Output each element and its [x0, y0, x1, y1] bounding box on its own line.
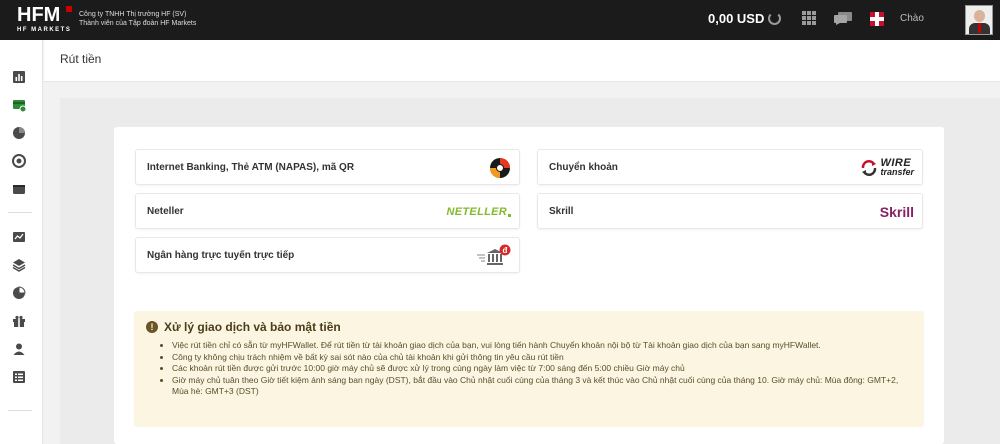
news-icon[interactable]	[12, 370, 26, 384]
apps-grid-icon[interactable]	[802, 11, 816, 25]
gift-icon[interactable]	[12, 314, 26, 328]
method-label: Ngân hàng trực tuyến trực tiếp	[147, 250, 295, 261]
company-name: Công ty TNHH Thị trường HF (SV)	[79, 11, 187, 18]
layers-icon[interactable]	[12, 258, 26, 272]
page-header: Rút tiền	[44, 40, 1000, 82]
logo-accent	[66, 6, 72, 12]
greeting-label[interactable]: Chào	[900, 13, 924, 24]
user-icon[interactable]	[12, 342, 26, 356]
hfm-logo[interactable]: HFM HF MARKETS	[10, 4, 76, 36]
ib-icon[interactable]	[12, 126, 26, 140]
notice-title: Xử lý giao dịch và bảo mật tiền	[164, 320, 341, 334]
method-label: Neteller	[147, 206, 184, 217]
security-notice: ! Xử lý giao dịch và bảo mật tiền Việc r…	[134, 311, 924, 427]
currency-badge: đ	[503, 246, 508, 255]
dashboard-icon[interactable]	[12, 70, 26, 84]
chat-icon[interactable]	[834, 12, 852, 25]
page-title: Rút tiền	[60, 52, 102, 66]
info-icon: !	[146, 321, 158, 333]
bank-icon: đ	[477, 243, 511, 269]
company-info: Công ty TNHH Thị trường HF (SV) Thành vi…	[79, 10, 196, 28]
skrill-icon: Skrill	[880, 199, 914, 225]
method-direct-bank[interactable]: Ngân hàng trực tuyến trực tiếp đ	[135, 237, 520, 273]
sidebar-divider	[8, 410, 32, 411]
wire-transfer-icon: WIRE transfer	[860, 155, 914, 181]
transfer-text: transfer	[880, 167, 914, 177]
top-bar: HFM HF MARKETS Công ty TNHH Thị trường H…	[0, 0, 1000, 40]
sidebar-divider	[8, 212, 32, 213]
method-label: Chuyển khoản	[549, 162, 618, 173]
funds-icon[interactable]	[12, 98, 26, 112]
method-neteller[interactable]: Neteller NETELLER	[135, 193, 520, 229]
method-napas[interactable]: Internet Banking, Thẻ ATM (NAPAS), mã QR	[135, 149, 520, 185]
neteller-logo-text: NETELLER	[446, 206, 507, 218]
list-item: Các khoản rút tiền được gửi trước 10:00 …	[172, 363, 912, 375]
wallet-icon[interactable]	[12, 182, 26, 196]
pie-chart-icon[interactable]	[12, 286, 26, 300]
skrill-logo-text: Skrill	[879, 204, 914, 220]
method-label: Skrill	[549, 206, 574, 217]
logo-subtext: HF MARKETS	[17, 27, 72, 33]
notice-list: Việc rút tiền chỉ có sẵn từ myHFWallet. …	[172, 340, 912, 398]
analytics-icon[interactable]	[12, 230, 26, 244]
method-wire-transfer[interactable]: Chuyển khoản WIRE transfer	[537, 149, 923, 185]
method-label: Internet Banking, Thẻ ATM (NAPAS), mã QR	[147, 162, 355, 173]
avatar[interactable]	[965, 5, 993, 35]
refresh-icon[interactable]	[768, 12, 781, 25]
company-member: Thành viên của Tập đoàn HF Markets	[79, 20, 197, 27]
list-item: Việc rút tiền chỉ có sẵn từ myHFWallet. …	[172, 340, 912, 352]
neteller-icon: NETELLER	[447, 199, 511, 225]
account-balance: 0,00 USD	[708, 11, 765, 26]
method-skrill[interactable]: Skrill Skrill	[537, 193, 923, 229]
uk-flag-icon[interactable]	[870, 12, 884, 26]
logo-text: HFM	[17, 4, 61, 26]
sidebar	[0, 40, 43, 444]
support-icon[interactable]	[12, 154, 26, 168]
list-item: Công ty không chịu trách nhiệm về bất kỳ…	[172, 352, 912, 364]
napas-icon	[489, 155, 511, 181]
list-item: Giờ máy chủ tuân theo Giờ tiết kiệm ánh …	[172, 375, 912, 398]
